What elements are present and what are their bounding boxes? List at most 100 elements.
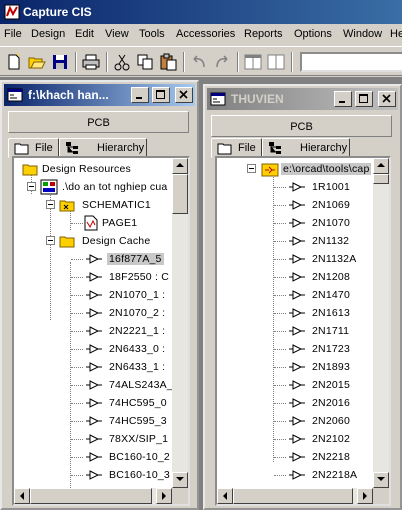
minimize-button[interactable]: [131, 87, 149, 103]
library-tree[interactable]: e:\orcad\tools\cap 1R1001 2N1069 2N1070 …: [215, 156, 391, 506]
project-manager-window: f:\khach han... PCB File Hierarchy Desig…: [0, 80, 199, 510]
tab-hierarchy[interactable]: Hierarchy: [59, 138, 147, 158]
scroll-thumb[interactable]: [172, 174, 188, 214]
cut-icon[interactable]: [112, 52, 134, 72]
collapse-toggle[interactable]: [27, 182, 36, 191]
library-part-item[interactable]: 2N2060: [221, 412, 381, 430]
tab-file[interactable]: File: [8, 138, 59, 158]
redo-icon[interactable]: [212, 52, 234, 72]
menu-window[interactable]: Window: [343, 28, 382, 40]
tree-connector: [274, 457, 286, 458]
cache-part-item[interactable]: 2N2221_1 :: [18, 322, 188, 340]
scroll-up-button[interactable]: [172, 158, 188, 174]
menu-file[interactable]: File: [4, 28, 22, 40]
close-button[interactable]: [378, 91, 396, 107]
library-part-item[interactable]: 2N1893: [221, 358, 381, 376]
tree-item-library-path[interactable]: e:\orcad\tools\cap: [221, 160, 389, 178]
tree-item-design-resources[interactable]: Design Resources: [18, 160, 188, 178]
tab-file[interactable]: File: [211, 138, 262, 158]
library-part-item[interactable]: 2N1132: [221, 232, 381, 250]
scroll-down-button[interactable]: [172, 472, 188, 488]
cache-part-item[interactable]: 2N6433_1 :: [18, 358, 188, 376]
library-part-item[interactable]: 1R1001: [221, 178, 381, 196]
menu-accessories[interactable]: Accessories: [176, 28, 235, 40]
cache-part-item[interactable]: 78XX/SIP_1: [18, 430, 188, 448]
library-part-item[interactable]: 2N1132A: [221, 250, 381, 268]
app-title-bar[interactable]: Capture CIS: [0, 0, 402, 24]
tree-item-design-file[interactable]: .\do an tot nghiep cua: [18, 178, 188, 196]
menu-tools[interactable]: Tools: [139, 28, 165, 40]
scroll-thumb[interactable]: [30, 488, 152, 504]
pcb-tab[interactable]: PCB: [8, 111, 189, 133]
collapse-toggle[interactable]: [46, 200, 55, 209]
cache-part-item[interactable]: BC160-10_3: [18, 466, 188, 484]
menu-edit[interactable]: Edit: [75, 28, 94, 40]
open-folder-icon[interactable]: [27, 52, 49, 72]
menu-design[interactable]: Design: [31, 28, 65, 40]
print-icon[interactable]: [81, 52, 103, 72]
library-part-item[interactable]: 2N1069: [221, 196, 381, 214]
capture-app-icon[interactable]: [4, 4, 20, 20]
library-part-item[interactable]: 2N2218A: [221, 466, 381, 484]
scroll-right-button[interactable]: [357, 488, 373, 504]
scroll-right-button[interactable]: [156, 488, 172, 504]
cache-part-item[interactable]: 74ALS243A_: [18, 376, 188, 394]
maximize-button[interactable]: [152, 87, 170, 103]
library-part-item[interactable]: 2N1470: [221, 286, 381, 304]
cache-part-item[interactable]: 2N1070_2 :: [18, 304, 188, 322]
tree-connector: [71, 439, 83, 440]
vertical-scrollbar[interactable]: [172, 158, 188, 488]
mdi-workspace: f:\khach han... PCB File Hierarchy Desig…: [0, 77, 402, 510]
split-view-icon[interactable]: [266, 52, 288, 72]
cache-part-item[interactable]: 2N1070_1 :: [18, 286, 188, 304]
menu-help[interactable]: He: [390, 28, 402, 40]
undo-icon[interactable]: [189, 52, 211, 72]
cache-part-item[interactable]: BC160-10_2: [18, 448, 188, 466]
paste-icon[interactable]: [158, 52, 180, 72]
copy-icon[interactable]: [135, 52, 157, 72]
collapse-toggle[interactable]: [247, 164, 256, 173]
cache-part-item[interactable]: 16f877A_5: [18, 250, 188, 268]
library-part-item[interactable]: 2N1613: [221, 304, 381, 322]
collapse-toggle[interactable]: [46, 236, 55, 245]
part-search-combo[interactable]: [300, 52, 402, 72]
scroll-up-button[interactable]: [373, 158, 389, 174]
menu-reports[interactable]: Reports: [244, 28, 283, 40]
library-part-item[interactable]: 2N1723: [221, 340, 381, 358]
tree-item-design-cache[interactable]: Design Cache: [18, 232, 188, 250]
menu-options[interactable]: Options: [294, 28, 332, 40]
project-window-title-bar[interactable]: f:\khach han...: [4, 84, 195, 106]
new-file-icon[interactable]: [4, 52, 26, 72]
scroll-left-button[interactable]: [217, 488, 233, 504]
minimize-button[interactable]: [334, 91, 352, 107]
tile-windows-icon[interactable]: [243, 52, 265, 72]
close-button[interactable]: [175, 87, 193, 103]
cache-part-item[interactable]: 74HC595_0: [18, 394, 188, 412]
save-disk-icon[interactable]: [50, 52, 72, 72]
cache-part-item[interactable]: 74HC595_3: [18, 412, 188, 430]
scroll-down-button[interactable]: [373, 472, 389, 488]
horizontal-scrollbar[interactable]: [217, 488, 373, 504]
library-part-item[interactable]: 2N2016: [221, 394, 381, 412]
scroll-thumb[interactable]: [373, 174, 389, 184]
library-part-item[interactable]: 2N2218: [221, 448, 381, 466]
maximize-button[interactable]: [355, 91, 373, 107]
tab-hierarchy[interactable]: Hierarchy: [262, 138, 350, 158]
design-tree[interactable]: Design Resources .\do an tot nghiep cua …: [12, 156, 190, 506]
horizontal-scrollbar[interactable]: [14, 488, 172, 504]
library-part-item[interactable]: 2N2102: [221, 430, 381, 448]
tree-item-page1[interactable]: PAGE1: [18, 214, 188, 232]
cache-part-item[interactable]: 18F2550 : C: [18, 268, 188, 286]
menu-view[interactable]: View: [105, 28, 129, 40]
library-part-item[interactable]: 2N1208: [221, 268, 381, 286]
library-part-item[interactable]: 2N2015: [221, 376, 381, 394]
library-part-item[interactable]: 2N1070: [221, 214, 381, 232]
vertical-scrollbar[interactable]: [373, 158, 389, 488]
scroll-left-button[interactable]: [14, 488, 30, 504]
tree-item-schematic1[interactable]: SCHEMATIC1: [18, 196, 188, 214]
pcb-tab[interactable]: PCB: [211, 115, 392, 137]
cache-part-item[interactable]: 2N6433_0 :: [18, 340, 188, 358]
scroll-thumb[interactable]: [233, 488, 353, 504]
library-part-item[interactable]: 2N1711: [221, 322, 381, 340]
library-window-title-bar[interactable]: THUVIEN: [207, 88, 398, 110]
